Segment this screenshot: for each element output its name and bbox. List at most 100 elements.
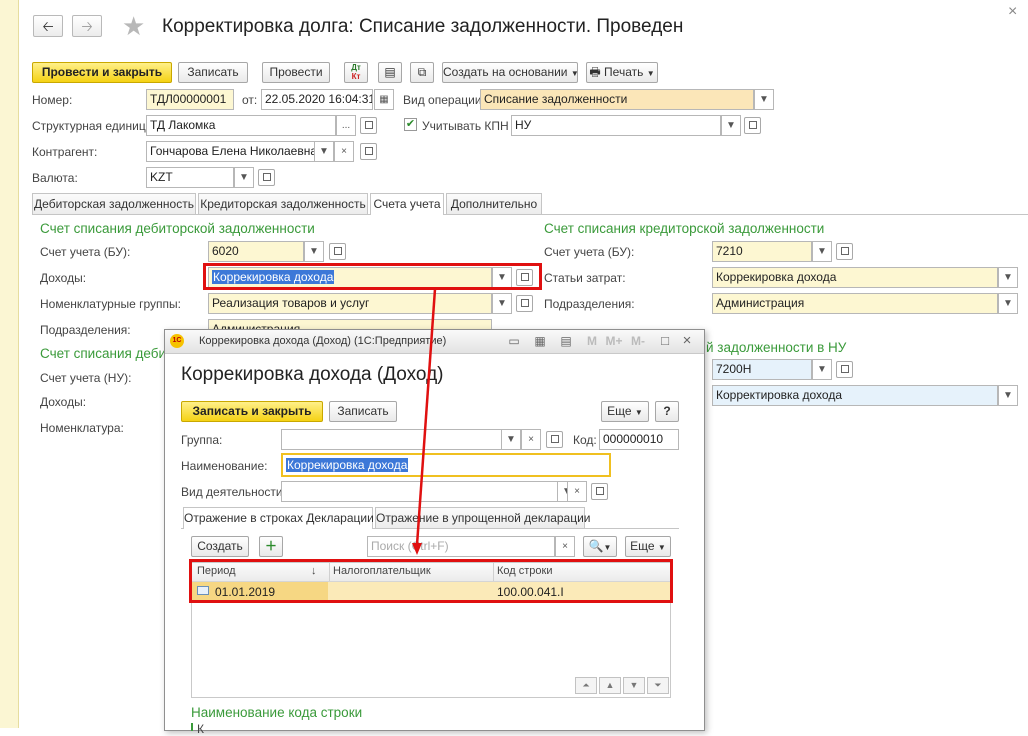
tab-additional[interactable]: Дополнительно <box>446 193 542 214</box>
nomgroups-field[interactable]: Реализация товаров и услуг <box>208 293 492 314</box>
memory-button[interactable]: M <box>583 331 601 351</box>
unit-select-button[interactable]: ... <box>336 115 356 136</box>
open-icon[interactable] <box>258 169 275 186</box>
name-field[interactable]: Коррекировка дохода <box>281 453 611 477</box>
printer-icon: 🖶 <box>589 65 601 79</box>
account-bu-label: Счет учета (БУ): <box>40 245 131 259</box>
scroll-last-icon[interactable]: ⏷ <box>647 677 669 694</box>
close-icon[interactable]: × <box>1008 3 1017 21</box>
right-divisions-field[interactable]: Администрация <box>712 293 998 314</box>
close-icon[interactable]: × <box>679 331 695 351</box>
calendar-button[interactable]: ▦ <box>374 89 394 110</box>
right-account-nu-dropdown[interactable]: ▼ <box>812 359 832 380</box>
currency-dropdown-button[interactable]: ▼ <box>234 167 254 188</box>
left-panel-strip <box>0 0 19 728</box>
structure-button[interactable]: ⧉ <box>410 62 434 83</box>
nomgroups-label: Номенклатурные группы: <box>40 297 181 311</box>
post-and-close-button[interactable]: Провести и закрыть <box>32 62 172 83</box>
right-account-bu-dropdown[interactable]: ▼ <box>812 241 832 262</box>
save-and-close-button[interactable]: Записать и закрыть <box>181 401 323 422</box>
tab-receivables[interactable]: Дебиторская задолженность <box>32 193 196 214</box>
counterparty-dropdown-button[interactable]: ▼ <box>314 141 334 162</box>
kpn-dropdown-button[interactable]: ▼ <box>721 115 741 136</box>
clear-icon: × <box>574 486 580 497</box>
operation-type-select[interactable]: Списание задолженности <box>480 89 754 110</box>
right-account-bu-field[interactable]: 7210 <box>712 241 812 262</box>
memory-add-button[interactable]: M+ <box>603 331 625 351</box>
counterparty-field[interactable]: Гончарова Елена Николаевна <box>146 141 316 162</box>
dialog-save-button[interactable]: Записать <box>329 401 397 422</box>
forward-button[interactable]: 🡢 <box>72 15 102 37</box>
date-field[interactable]: 22.05.2020 16:04:31 <box>261 89 373 110</box>
divisions-label: Подразделения: <box>40 323 131 337</box>
calculator-icon[interactable]: ▦ <box>531 331 549 351</box>
create-based-on-dropdown[interactable]: Создать на основании ▼ <box>442 62 579 83</box>
chevron-down-icon: ▼ <box>646 69 655 78</box>
group-dropdown[interactable]: ▼ <box>501 429 521 450</box>
scroll-first-icon[interactable]: ⏶ <box>575 677 597 694</box>
more-dropdown[interactable]: Еще ▼ <box>601 401 649 422</box>
activity-field[interactable] <box>281 481 559 502</box>
tab-payables[interactable]: Кредиторская задолженность <box>198 193 368 214</box>
expense-label: Статьи затрат: <box>544 271 626 285</box>
open-icon[interactable] <box>591 483 608 500</box>
operation-dropdown-button[interactable]: ▼ <box>754 89 774 110</box>
calendar-icon[interactable]: ▤ <box>557 331 575 351</box>
search-input[interactable]: Поиск (Ctrl+F) <box>367 536 555 557</box>
more2-dropdown[interactable]: Еще ▼ <box>625 536 671 557</box>
chevron-down-icon: ▼ <box>506 434 516 445</box>
code-field[interactable]: 000000010 <box>599 429 679 450</box>
expense-dropdown[interactable]: ▼ <box>998 267 1018 288</box>
print-dropdown[interactable]: 🖶 Печать ▼ <box>586 62 658 83</box>
dt-kt-button[interactable]: Дт Кт <box>344 62 368 83</box>
help-button[interactable]: ? <box>655 401 679 422</box>
kpn-checkbox[interactable]: ✔ <box>404 118 417 131</box>
tab-declaration-lines[interactable]: Отражение в строках Декларации <box>183 507 374 529</box>
post-button[interactable]: Провести <box>262 62 330 83</box>
income2-label: Доходы: <box>40 395 87 409</box>
open-icon[interactable] <box>836 243 853 260</box>
number-field[interactable]: ТДЛ00000001 <box>146 89 234 110</box>
right-expense-nu-field[interactable]: Корректировка дохода <box>712 385 998 406</box>
nomgroups-dropdown[interactable]: ▼ <box>492 293 512 314</box>
report-button[interactable]: ▤ <box>378 62 402 83</box>
right-expense-nu-dropdown[interactable]: ▼ <box>998 385 1018 406</box>
right-account-nu-field[interactable]: 7200Н <box>712 359 812 380</box>
account-bu-field[interactable]: 6020 <box>208 241 304 262</box>
star-icon[interactable]: ★ <box>122 12 145 40</box>
tab-simplified-declaration[interactable]: Отражение в упрощенной декларации <box>375 507 591 528</box>
open-icon[interactable] <box>329 243 346 260</box>
add-copy-button[interactable]: ＋ <box>259 536 283 557</box>
group-clear[interactable]: × <box>521 429 541 450</box>
scroll-up-icon[interactable]: ▲ <box>599 677 621 694</box>
open-icon[interactable] <box>836 361 853 378</box>
search-clear[interactable]: × <box>555 536 575 557</box>
create-button[interactable]: Создать <box>191 536 249 557</box>
currency-field[interactable]: KZT <box>146 167 234 188</box>
group-field[interactable] <box>281 429 503 450</box>
open-icon[interactable] <box>546 431 563 448</box>
unit-field[interactable]: ТД Лакомка <box>146 115 336 136</box>
add-icon: ＋ <box>264 539 277 553</box>
open-icon[interactable] <box>516 295 533 312</box>
kpn-field[interactable]: НУ <box>511 115 721 136</box>
right-divisions-dropdown[interactable]: ▼ <box>998 293 1018 314</box>
search-button[interactable]: 🔍▼ <box>583 536 617 557</box>
list-icon: ▤ <box>384 65 396 79</box>
memory-subtract-button[interactable]: M- <box>627 331 649 351</box>
open-icon[interactable] <box>360 143 377 160</box>
account-bu-dropdown[interactable]: ▼ <box>304 241 324 262</box>
counterparty-clear-button[interactable]: × <box>334 141 354 162</box>
open-icon[interactable] <box>744 117 761 134</box>
back-button[interactable]: 🡠 <box>33 15 63 37</box>
save-button[interactable]: Записать <box>178 62 248 83</box>
tab-accounts[interactable]: Счета учета <box>370 193 444 215</box>
open-icon[interactable] <box>360 117 377 134</box>
maximize-icon[interactable]: □ <box>657 331 673 351</box>
document-icon[interactable]: ▭ <box>505 331 523 351</box>
activity-clear[interactable]: × <box>567 481 587 502</box>
left-section-title-2: Счет списания деби <box>40 346 167 361</box>
expense-field[interactable]: Коррекировка дохода <box>712 267 998 288</box>
scroll-down-icon[interactable]: ▼ <box>623 677 645 694</box>
date-label: от: <box>242 93 258 107</box>
